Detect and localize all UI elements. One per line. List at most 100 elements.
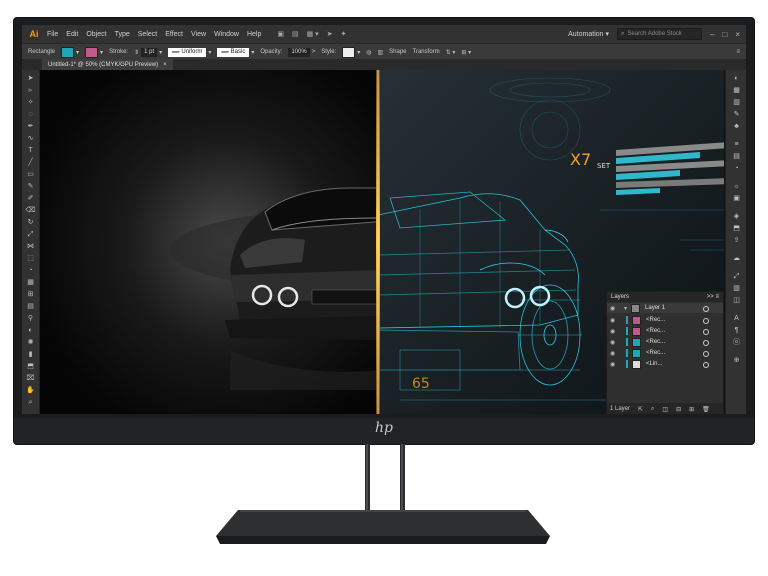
pen-tool-icon[interactable]: ✒ bbox=[25, 122, 36, 131]
layers-icon[interactable]: ◈ bbox=[731, 212, 742, 221]
selection-tool-icon[interactable]: ➤ bbox=[25, 74, 36, 83]
layer-row-layer1[interactable]: ◉ ▾ Layer 1 bbox=[607, 303, 723, 313]
visibility-eye-icon[interactable]: ◉ bbox=[610, 361, 618, 368]
shape-builder-tool-icon[interactable]: ◔ bbox=[25, 266, 36, 275]
bridge-icon[interactable]: ▣ bbox=[277, 30, 284, 38]
target-icon[interactable] bbox=[703, 329, 709, 335]
layer-row-2[interactable]: ◉ <Rec... bbox=[607, 315, 723, 325]
workspace-switcher[interactable]: Automation ▾ bbox=[568, 30, 609, 38]
slice-tool-icon[interactable]: ⌧ bbox=[25, 374, 36, 383]
visibility-eye-icon[interactable]: ◉ bbox=[610, 350, 618, 357]
document-tab[interactable]: Untitled-1* @ 50% (CMYK/GPU Preview) × bbox=[42, 59, 173, 70]
paragraph-icon[interactable]: ¶ bbox=[731, 326, 742, 335]
tab-close-icon[interactable]: × bbox=[163, 62, 167, 68]
navigator-icon[interactable]: ⊕ bbox=[731, 356, 742, 365]
brush-definition[interactable]: ━━ Basic ▾ bbox=[217, 47, 254, 57]
line-tool-icon[interactable]: ╱ bbox=[25, 158, 36, 167]
menu-type[interactable]: Type bbox=[115, 31, 130, 38]
menu-window[interactable]: Window bbox=[214, 31, 239, 38]
zoom-tool-icon[interactable]: ⌕ bbox=[25, 398, 36, 407]
layer-row-3[interactable]: ◉ <Rec... bbox=[607, 326, 723, 336]
visibility-eye-icon[interactable]: ◉ bbox=[610, 305, 618, 312]
menu-help[interactable]: Help bbox=[247, 31, 261, 38]
opentype-icon[interactable]: ⓞ bbox=[731, 338, 742, 347]
expand-chevron-icon[interactable]: ▾ bbox=[624, 305, 627, 312]
transform-button[interactable]: Transform bbox=[413, 49, 440, 55]
asset-export-icon[interactable]: ⇪ bbox=[731, 236, 742, 245]
free-transform-tool-icon[interactable]: ⬚ bbox=[25, 254, 36, 263]
layers-menu-icon[interactable]: ≡ bbox=[715, 294, 719, 300]
character-icon[interactable]: A bbox=[731, 314, 742, 323]
type-tool-icon[interactable]: T bbox=[25, 146, 36, 155]
send-icon[interactable]: ➤ bbox=[327, 30, 333, 38]
collapse-panel-icon[interactable]: >> bbox=[707, 294, 714, 300]
menu-object[interactable]: Object bbox=[86, 31, 106, 38]
symbols-icon[interactable]: ♣ bbox=[731, 122, 742, 131]
gpu-icon[interactable]: ✦ bbox=[341, 30, 347, 38]
scale-tool-icon[interactable]: ⤢ bbox=[25, 230, 36, 239]
opacity-field[interactable]: 100% > bbox=[288, 47, 315, 57]
maximize-icon[interactable]: □ bbox=[722, 30, 727, 39]
curvature-tool-icon[interactable]: ∿ bbox=[25, 134, 36, 143]
eraser-tool-icon[interactable]: ⌫ bbox=[25, 206, 36, 215]
transform-panel-icon[interactable]: ⤢ bbox=[731, 272, 742, 281]
target-icon[interactable] bbox=[703, 340, 709, 346]
eyedropper-tool-icon[interactable]: ⚲ bbox=[25, 314, 36, 323]
blend-tool-icon[interactable]: ◐ bbox=[25, 326, 36, 335]
visibility-eye-icon[interactable]: ◉ bbox=[610, 328, 618, 335]
target-icon[interactable] bbox=[703, 306, 709, 312]
perspective-grid-tool-icon[interactable]: ▦ bbox=[25, 278, 36, 287]
new-layer-icon[interactable]: ⊞ bbox=[689, 406, 694, 413]
flip-icon[interactable]: ⇅ ▾ bbox=[446, 49, 456, 56]
layer-row-5[interactable]: ◉ <Rec... bbox=[607, 348, 723, 358]
fill-swatch[interactable]: ▾ bbox=[61, 46, 79, 58]
swatches-icon[interactable]: ▥ bbox=[731, 98, 742, 107]
target-icon[interactable] bbox=[703, 351, 709, 357]
menu-file[interactable]: File bbox=[47, 31, 58, 38]
symbol-sprayer-tool-icon[interactable]: ✺ bbox=[25, 338, 36, 347]
close-icon[interactable]: × bbox=[735, 30, 740, 39]
arrange-documents-icon[interactable]: ▦ ▾ bbox=[307, 30, 319, 38]
graphic-styles-icon[interactable]: ▣ bbox=[731, 194, 742, 203]
panel-menu-icon[interactable]: ≡ bbox=[736, 49, 740, 55]
rotate-tool-icon[interactable]: ↻ bbox=[25, 218, 36, 227]
stroke-panel-icon[interactable]: ≡ bbox=[731, 140, 742, 149]
shaper-tool-icon[interactable]: ✐ bbox=[25, 194, 36, 203]
mesh-tool-icon[interactable]: ⊞ bbox=[25, 290, 36, 299]
minimize-icon[interactable]: – bbox=[710, 30, 714, 39]
layer-row-4[interactable]: ◉ <Rec... bbox=[607, 337, 723, 347]
target-icon[interactable] bbox=[703, 362, 709, 368]
gradient-tool-icon[interactable]: ▤ bbox=[25, 302, 36, 311]
color-guide-icon[interactable]: ▦ bbox=[731, 86, 742, 95]
isolate-icon[interactable]: ⊞ ▾ bbox=[461, 49, 471, 56]
brushes-icon[interactable]: ✎ bbox=[731, 110, 742, 119]
new-sublayer-icon[interactable]: ⊟ bbox=[676, 406, 681, 413]
export-icon[interactable]: ⇱ bbox=[638, 406, 643, 413]
style-swatch[interactable]: ▾ bbox=[342, 46, 360, 58]
menu-select[interactable]: Select bbox=[138, 31, 157, 38]
menu-edit[interactable]: Edit bbox=[66, 31, 78, 38]
stock-search-input[interactable]: ⌕ Search Adobe Stock bbox=[617, 28, 703, 40]
pathfinder-icon[interactable]: ◫ bbox=[731, 296, 742, 305]
hand-tool-icon[interactable]: ✋ bbox=[25, 386, 36, 395]
gradient-panel-icon[interactable]: ▤ bbox=[731, 152, 742, 161]
align-panel-icon[interactable]: ▥ bbox=[731, 284, 742, 293]
layer-row-6[interactable]: ◉ <Lin... bbox=[607, 359, 723, 369]
magic-wand-tool-icon[interactable]: ✧ bbox=[25, 98, 36, 107]
visibility-eye-icon[interactable]: ◉ bbox=[610, 339, 618, 346]
delete-layer-icon[interactable]: 🗑 bbox=[702, 406, 710, 413]
lasso-tool-icon[interactable]: ◌ bbox=[25, 110, 36, 119]
visibility-eye-icon[interactable]: ◉ bbox=[610, 317, 618, 324]
menu-view[interactable]: View bbox=[191, 31, 206, 38]
rectangle-tool-icon[interactable]: ▭ bbox=[25, 170, 36, 179]
clipping-mask-icon[interactable]: ◫ bbox=[662, 406, 668, 413]
transparency-icon[interactable]: ◔ bbox=[731, 164, 742, 173]
stock-icon[interactable]: ▤ bbox=[292, 30, 299, 38]
menu-effect[interactable]: Effect bbox=[165, 31, 183, 38]
color-panel-icon[interactable]: ◐ bbox=[731, 74, 742, 83]
width-tool-icon[interactable]: ⋈ bbox=[25, 242, 36, 251]
libraries-icon[interactable]: ☁ bbox=[731, 254, 742, 263]
target-icon[interactable] bbox=[703, 318, 709, 324]
direct-selection-tool-icon[interactable]: ▹ bbox=[25, 86, 36, 95]
stroke-weight-field[interactable]: ⇕ 1 pt ▾ bbox=[134, 47, 162, 57]
